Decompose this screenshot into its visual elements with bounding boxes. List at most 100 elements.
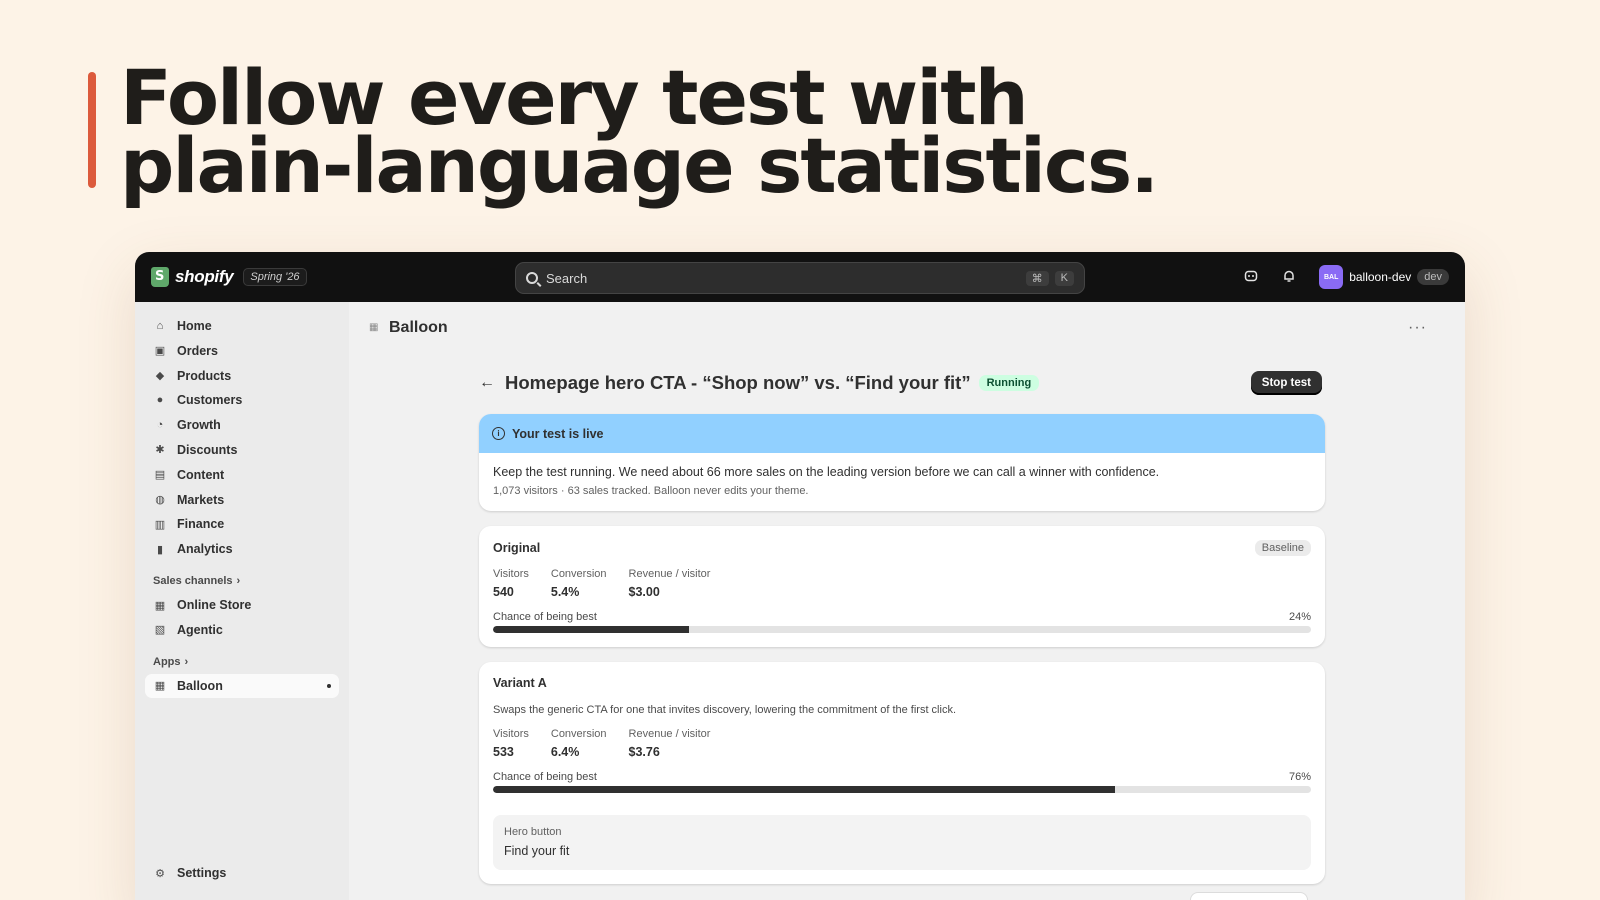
sidebar-item-customers[interactable]: ● Customers (145, 388, 339, 412)
hero-button-field: Hero button Find your fit (493, 815, 1311, 870)
account-menu[interactable]: BAL balloon-dev dev (1319, 265, 1449, 289)
sidebar-item-home[interactable]: ⌂ Home (145, 314, 339, 338)
sidekick-icon[interactable] (1243, 269, 1259, 286)
baseline-badge: Baseline (1254, 540, 1311, 556)
sidebar-item-label: Balloon (177, 678, 223, 693)
sidebar-item-label: Growth (177, 418, 221, 433)
shopify-logo[interactable]: shopify (151, 267, 234, 287)
original-card: Original Baseline Visitors 540 Conversio… (479, 526, 1325, 647)
command-key: ⌘ (1025, 270, 1049, 286)
chance-progress-fill (493, 786, 1115, 793)
chance-percent: 76% (1288, 771, 1311, 783)
chevron-right-icon: › (236, 575, 241, 588)
status-badge: Running (978, 375, 1040, 391)
metric-value: $3.76 (628, 745, 660, 759)
logo-text: shopify (175, 267, 234, 286)
metric-label: Revenue / visitor (628, 568, 711, 580)
sidebar-item-growth[interactable]: ◔ Growth (145, 413, 339, 437)
chance-row: Chance of being best 76% (493, 771, 1311, 783)
sidebar-item-label: Home (177, 319, 212, 333)
sidebar-item-label: Analytics (177, 542, 233, 557)
sidebar-item-balloon[interactable]: ▦ Balloon (145, 673, 339, 698)
sidebar-item-markets[interactable]: ◍ Markets (145, 488, 339, 512)
conversion-metric: Conversion 5.4% (551, 568, 607, 599)
card-title: Variant A (493, 676, 547, 690)
shopping-bag-icon (151, 267, 169, 287)
chance-progress-bar (493, 626, 1311, 633)
apps-heading[interactable]: Apps › (145, 656, 339, 668)
page-title: Homepage hero CTA - “Shop now” vs. “Find… (505, 372, 971, 393)
person-icon: ● (156, 394, 164, 407)
sidebar-item-label: Markets (177, 492, 225, 507)
sidebar-item-label: Online Store (177, 598, 252, 613)
sidebar-item-settings[interactable]: ⚙ Settings (145, 861, 339, 885)
sales-channels-label: Sales channels (153, 575, 233, 588)
apps-label: Apps (153, 655, 181, 668)
sidebar-item-content[interactable]: ▤ Content (145, 463, 339, 487)
metric-label: Conversion (550, 728, 607, 740)
field-value: Find your fit (504, 844, 570, 858)
sidebar-item-label: Orders (177, 343, 218, 358)
field-label: Hero button (504, 826, 562, 838)
store-icon: ▦ (154, 599, 166, 612)
stop-test-button[interactable]: Stop test (1250, 371, 1322, 395)
discount-icon: ✱ (155, 444, 165, 457)
chance-progress-fill (493, 626, 690, 633)
chance-progress-bar (493, 786, 1311, 793)
sidebar-item-online-store[interactable]: ▦ Online Store (145, 593, 339, 617)
secondary-button[interactable] (1190, 892, 1308, 900)
main-area: ▦ Balloon ··· ← Homepage hero CTA - “Sho… (349, 302, 1465, 900)
sidebar-item-products[interactable]: ◆ Products (145, 364, 339, 388)
tag-icon: ◆ (155, 370, 165, 383)
gear-icon: ⚙ (155, 867, 165, 880)
variant-card: Variant A Swaps the generic CTA for one … (479, 662, 1325, 884)
info-icon: i (492, 427, 505, 440)
variant-description: Swaps the generic CTA for one that invit… (493, 704, 957, 716)
metric-label: Conversion (550, 568, 607, 580)
gauge-icon: ◔ (156, 419, 164, 432)
sidebar-item-label: Settings (177, 866, 227, 881)
banner-body: Keep the test running. We need about 66 … (479, 453, 1325, 511)
image-icon: ▤ (154, 469, 166, 482)
revenue-metric: Revenue / visitor $3.00 (629, 568, 711, 599)
sidebar-sales-nav: ▦ Online Store ▧ Agentic (145, 593, 339, 642)
sales-channels-heading[interactable]: Sales channels › (145, 575, 339, 587)
app-header: ▦ Balloon ··· (349, 302, 1465, 354)
agent-icon: ▧ (154, 624, 166, 637)
sidebar-item-analytics[interactable]: ▮ Analytics (145, 537, 339, 561)
metric-value: 6.4% (550, 745, 580, 759)
metrics-row: Visitors 540 Conversion 5.4% Revenue / v… (493, 568, 1311, 599)
chance-percent: 24% (1288, 611, 1311, 623)
back-arrow-icon[interactable]: ← (479, 374, 497, 392)
topbar: shopify Spring '26 Search ⌘ K BAL balloo… (135, 252, 1465, 302)
sidebar-item-label: Products (177, 368, 232, 383)
sidebar-item-agentic[interactable]: ▧ Agentic (145, 618, 339, 642)
sidebar-item-discounts[interactable]: ✱ Discounts (145, 438, 339, 462)
bell-icon[interactable] (1281, 269, 1297, 286)
hero-line-2: plain-language statistics. (120, 121, 1159, 210)
search-shortcut: ⌘ K (1025, 270, 1074, 286)
admin-window: shopify Spring '26 Search ⌘ K BAL balloo… (135, 252, 1465, 900)
title-row: ← Homepage hero CTA - “Shop now” vs. “Fi… (479, 368, 1325, 398)
metric-value: $3.00 (628, 585, 660, 599)
card-title: Original (493, 541, 541, 555)
edition-badge[interactable]: Spring '26 (243, 268, 307, 286)
sidebar-item-label: Finance (177, 517, 225, 532)
chart-bar-icon: ▮ (156, 543, 164, 556)
sidebar-item-finance[interactable]: ▥ Finance (145, 512, 339, 536)
search-input[interactable]: Search ⌘ K (515, 262, 1085, 294)
sidebar: ⌂ Home ▣ Orders ◆ Products ● Customers ◔ Growth ✱ D… (135, 302, 349, 900)
sidebar-item-orders[interactable]: ▣ Orders (145, 339, 339, 363)
app-icon: ▦ (369, 322, 379, 333)
live-banner: i Your test is live Keep the test runnin… (479, 414, 1325, 511)
search-placeholder: Search (546, 270, 588, 286)
metric-label: Visitors (493, 568, 529, 580)
sidebar-main-nav: ⌂ Home ▣ Orders ◆ Products ● Customers ◔ Growth ✱ D… (145, 314, 339, 561)
metric-value: 5.4% (550, 585, 580, 599)
topbar-actions: BAL balloon-dev dev (1243, 265, 1449, 289)
sidebar-item-label: Discounts (177, 442, 238, 457)
sidebar-item-label: Content (177, 467, 225, 482)
metrics-row: Visitors 533 Conversion 6.4% Revenue / v… (493, 728, 1311, 759)
more-icon[interactable]: ··· (1408, 319, 1427, 337)
globe-icon: ◍ (155, 494, 165, 507)
